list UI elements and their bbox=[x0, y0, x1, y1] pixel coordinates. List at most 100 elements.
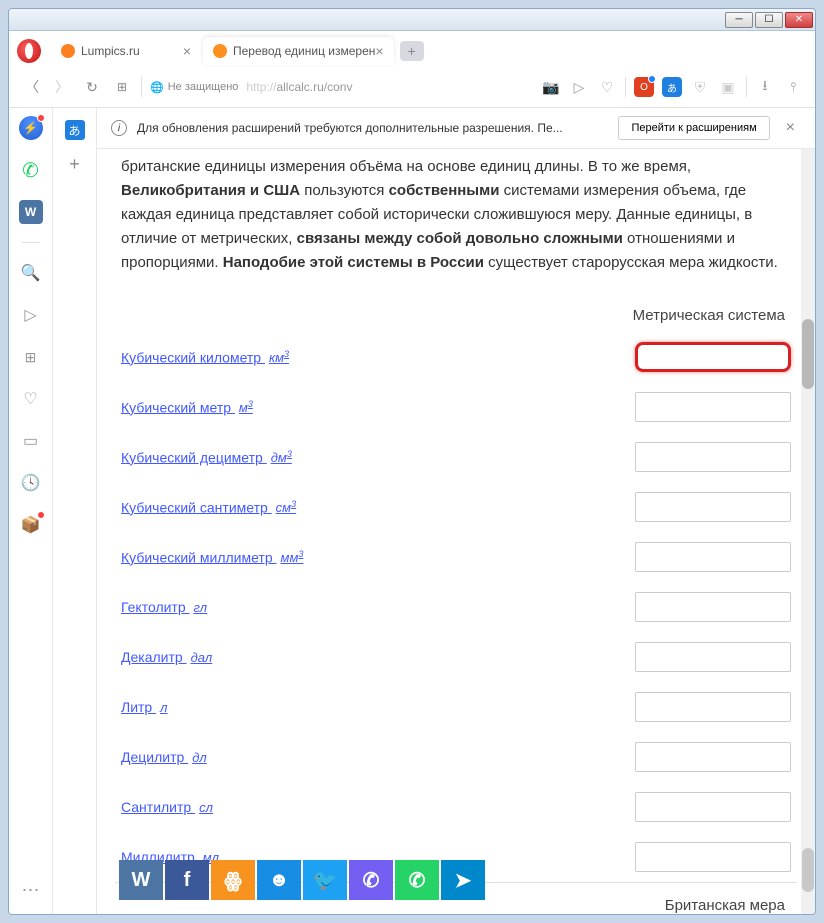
share-telegram-button[interactable]: ➤ bbox=[441, 860, 485, 900]
unit-link[interactable]: Сантилитр сл bbox=[121, 799, 213, 815]
unit-row: Кубический дециметр дм3 bbox=[115, 432, 797, 482]
bookmarks-icon[interactable]: ♡ bbox=[19, 387, 43, 411]
address-bar[interactable]: http://allcalc.ru/conv bbox=[246, 80, 533, 94]
back-button[interactable]: 〈 bbox=[21, 76, 43, 98]
scrollbar-thumb[interactable] bbox=[802, 319, 814, 389]
share-facebook-button[interactable]: f bbox=[165, 860, 209, 900]
unit-link[interactable]: Литр л bbox=[121, 699, 167, 715]
scrollbar-track[interactable] bbox=[801, 149, 815, 914]
info-icon: i bbox=[111, 120, 127, 136]
share-ok-button[interactable]: ꙮ bbox=[211, 860, 255, 900]
scrollbar-thumb[interactable] bbox=[802, 848, 814, 892]
go-to-extensions-button[interactable]: Перейти к расширениям bbox=[618, 116, 769, 140]
unit-link[interactable]: Кубический сантиметр см3 bbox=[121, 499, 296, 516]
vk-icon[interactable]: W bbox=[19, 200, 43, 224]
separator bbox=[141, 77, 142, 97]
tab-favicon-icon bbox=[61, 44, 75, 58]
extensions-icon[interactable]: 📦 bbox=[19, 513, 43, 537]
section-header-metric: Метрическая система bbox=[115, 299, 797, 332]
speed-dial-button[interactable]: ⊞ bbox=[111, 76, 133, 98]
shield-icon[interactable]: ⛨ bbox=[690, 77, 710, 97]
unit-input[interactable] bbox=[635, 792, 791, 822]
tab-favicon-icon bbox=[213, 44, 227, 58]
unit-link[interactable]: Децилитр дл bbox=[121, 749, 207, 765]
unit-link[interactable]: Декалитр дал bbox=[121, 649, 212, 665]
unit-input[interactable] bbox=[635, 542, 791, 572]
whatsapp-icon[interactable]: ✆ bbox=[19, 158, 43, 182]
news-icon[interactable]: ▭ bbox=[19, 429, 43, 453]
opera-menu-icon[interactable] bbox=[17, 39, 41, 63]
security-label: Не защищено bbox=[168, 81, 239, 93]
minimize-button[interactable]: ─ bbox=[725, 12, 753, 28]
sidebar: ⚡ ✆ W 🔍 ▷ ⊞ ♡ ▭ 🕓 📦 ⋯ bbox=[9, 108, 53, 914]
tab-title: Lumpics.ru bbox=[81, 44, 140, 58]
share-twitter-button[interactable]: 🐦 bbox=[303, 860, 347, 900]
unit-row: Децилитр дл bbox=[115, 732, 797, 782]
unit-input[interactable] bbox=[635, 842, 791, 872]
close-notice-button[interactable]: × bbox=[780, 119, 801, 137]
window-titlebar: ─ ☐ ✕ bbox=[9, 9, 815, 31]
history-icon[interactable]: 🕓 bbox=[19, 471, 43, 495]
maximize-button[interactable]: ☐ bbox=[755, 12, 783, 28]
tab-lumpics[interactable]: Lumpics.ru × bbox=[51, 37, 201, 65]
share-viber-button[interactable]: ✆ bbox=[349, 860, 393, 900]
extension-translate-icon[interactable]: あ bbox=[662, 77, 682, 97]
unit-link[interactable]: Кубический миллиметр мм3 bbox=[121, 549, 303, 566]
easy-setup-icon[interactable]: ⫯ bbox=[783, 77, 803, 97]
share-vk-button[interactable]: W bbox=[119, 860, 163, 900]
unit-input[interactable] bbox=[635, 342, 791, 372]
extension-notice-bar: i Для обновления расширений требуются до… bbox=[97, 108, 815, 149]
speed-dial-icon[interactable]: ⊞ bbox=[19, 345, 43, 369]
forward-button[interactable]: 〉 bbox=[51, 76, 73, 98]
intro-paragraph: британские единицы измерения объёма на о… bbox=[115, 149, 797, 287]
share-whatsapp-button[interactable]: ✆ bbox=[395, 860, 439, 900]
unit-row: Кубический сантиметр см3 bbox=[115, 482, 797, 532]
heart-icon[interactable]: ♡ bbox=[597, 77, 617, 97]
page-content: британские единицы измерения объёма на о… bbox=[97, 149, 815, 914]
tab-strip: Lumpics.ru × Перевод единиц измерен × + bbox=[9, 31, 815, 67]
unit-row: Кубический километр км3 bbox=[115, 332, 797, 382]
unit-row: Сантилитр сл bbox=[115, 782, 797, 832]
security-indicator[interactable]: 🌐 Не защищено bbox=[150, 81, 238, 94]
close-window-button[interactable]: ✕ bbox=[785, 12, 813, 28]
search-icon[interactable]: 🔍 bbox=[19, 261, 43, 285]
unit-input[interactable] bbox=[635, 592, 791, 622]
unit-row: Гектолитр гл bbox=[115, 582, 797, 632]
share-moi-mir-button[interactable]: ☻ bbox=[257, 860, 301, 900]
separator bbox=[746, 77, 747, 97]
unit-link[interactable]: Гектолитр гл bbox=[121, 599, 207, 615]
unit-input[interactable] bbox=[635, 392, 791, 422]
vtab-translate[interactable]: あ bbox=[65, 120, 85, 140]
unit-row: Литр л bbox=[115, 682, 797, 732]
reload-button[interactable]: ↻ bbox=[81, 76, 103, 98]
unit-link[interactable]: Кубический километр км3 bbox=[121, 349, 289, 366]
unit-input[interactable] bbox=[635, 642, 791, 672]
send-icon[interactable]: ▷ bbox=[569, 77, 589, 97]
unit-list: Кубический километр км3 Кубический метр м… bbox=[115, 332, 797, 882]
vtab-add[interactable]: + bbox=[65, 154, 85, 174]
more-icon[interactable]: ⋯ bbox=[19, 878, 43, 902]
close-tab-button[interactable]: × bbox=[183, 43, 191, 59]
separator bbox=[625, 77, 626, 97]
tab-allcalc[interactable]: Перевод единиц измерен × bbox=[203, 37, 394, 65]
social-share-bar: Wfꙮ☻🐦✆✆➤ bbox=[119, 860, 485, 900]
unit-input[interactable] bbox=[635, 442, 791, 472]
messenger-icon[interactable]: ⚡ bbox=[19, 116, 43, 140]
close-tab-button[interactable]: × bbox=[375, 43, 383, 59]
unit-row: Кубический метр м3 bbox=[115, 382, 797, 432]
personal-news-icon[interactable]: ▷ bbox=[19, 303, 43, 327]
unit-input[interactable] bbox=[635, 742, 791, 772]
toolbar: 〈 〉 ↻ ⊞ 🌐 Не защищено http://allcalc.ru/… bbox=[9, 67, 815, 107]
tab-title: Перевод единиц измерен bbox=[233, 44, 375, 58]
snapshot-icon[interactable]: ▣ bbox=[718, 77, 738, 97]
new-tab-button[interactable]: + bbox=[400, 41, 424, 61]
download-icon[interactable]: ⭳ bbox=[755, 77, 775, 97]
globe-icon: 🌐 bbox=[150, 81, 164, 94]
unit-input[interactable] bbox=[635, 692, 791, 722]
camera-icon[interactable]: 📷 bbox=[541, 77, 561, 97]
unit-link[interactable]: Кубический дециметр дм3 bbox=[121, 449, 292, 466]
unit-input[interactable] bbox=[635, 492, 791, 522]
extension-opera-icon[interactable]: O bbox=[634, 77, 654, 97]
unit-link[interactable]: Кубический метр м3 bbox=[121, 399, 253, 416]
unit-row: Декалитр дал bbox=[115, 632, 797, 682]
